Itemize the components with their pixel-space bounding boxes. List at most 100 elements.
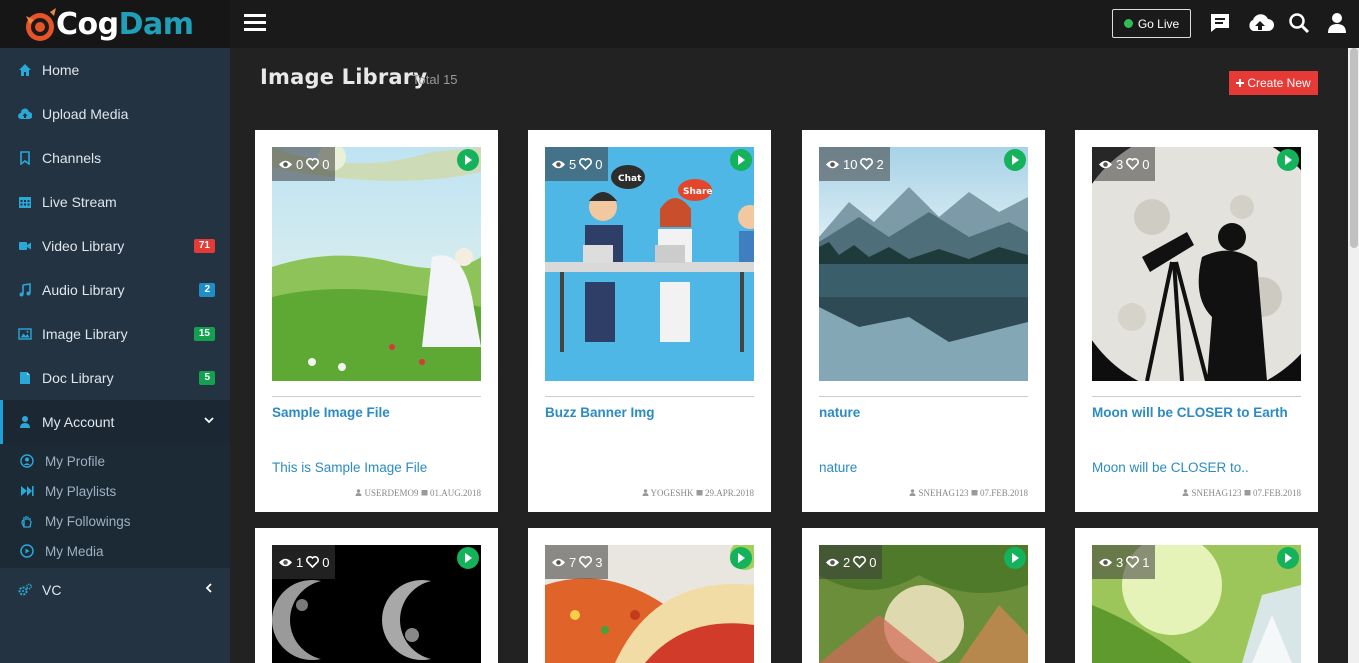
page-title: Image Library: [260, 65, 428, 89]
view-count: 3: [1116, 554, 1124, 570]
calendar-icon: [19, 197, 31, 208]
play-icon[interactable]: [730, 149, 752, 171]
heart-icon: [1126, 158, 1140, 170]
sidebar-item-live-stream[interactable]: Live Stream: [0, 180, 230, 224]
page-subtitle: Total 15: [412, 72, 458, 87]
heart-icon: [853, 556, 867, 568]
play-icon[interactable]: [1277, 149, 1299, 171]
card-author: SNEHAG123: [918, 488, 969, 498]
image-card[interactable]: 0 0 Sample Image File This is Sample Ima…: [255, 130, 498, 512]
count-badge: 71: [193, 239, 215, 253]
play-icon[interactable]: [457, 547, 479, 569]
play-icon[interactable]: [1277, 547, 1299, 569]
like-count: 2: [876, 156, 884, 172]
view-count: 3: [1116, 156, 1124, 172]
card-stats: 3 0: [1092, 147, 1156, 181]
sidebar-subitem-my-playlists[interactable]: My Playlists: [0, 476, 230, 506]
count-badge: 5: [199, 371, 215, 385]
heart-icon: [860, 158, 874, 170]
card-thumbnail[interactable]: [1092, 147, 1301, 381]
count-badge: 15: [193, 327, 215, 341]
eye-icon: [826, 160, 839, 168]
image-icon: [18, 328, 32, 340]
image-card[interactable]: 7 3: [528, 528, 771, 663]
like-count: 3: [595, 554, 603, 570]
card-thumbnail[interactable]: [819, 147, 1028, 381]
eye-icon: [552, 558, 565, 566]
scrollbar-thumb[interactable]: [1350, 48, 1358, 248]
play-circle-icon: [20, 544, 34, 558]
sidebar-item-my-account[interactable]: My Account: [0, 400, 230, 444]
sidebar-item-video-library[interactable]: Video Library 71: [0, 224, 230, 268]
play-icon[interactable]: [1004, 149, 1026, 171]
sidebar-item-doc-library[interactable]: Doc Library 5: [0, 356, 230, 400]
card-stats: 2 0: [819, 545, 883, 579]
user-circle-icon: [20, 454, 34, 468]
bookmark-icon: [20, 151, 30, 165]
sidebar-item-label: Image Library: [42, 326, 128, 342]
play-icon[interactable]: [1004, 547, 1026, 569]
card-thumbnail[interactable]: Chat Share: [545, 147, 754, 381]
card-thumbnail[interactable]: [272, 147, 481, 381]
chat-icon[interactable]: [1208, 11, 1232, 35]
sidebar-item-channels[interactable]: Channels: [0, 136, 230, 180]
card-divider: [272, 396, 481, 397]
card-meta: YOGESHK 29.APR.2018: [642, 488, 754, 498]
play-icon[interactable]: [730, 547, 752, 569]
sidebar-item-upload-media[interactable]: Upload Media: [0, 92, 230, 136]
menu-toggle-icon[interactable]: [244, 14, 266, 32]
user-profile-icon[interactable]: [1325, 11, 1349, 35]
card-stats: 10 2: [819, 147, 890, 181]
card-title[interactable]: Moon will be CLOSER to Earth: [1092, 405, 1288, 420]
image-card[interactable]: 2 0: [802, 528, 1045, 663]
main-content: Image Library Total 15 Create New 0 0 Sa…: [230, 48, 1348, 663]
go-live-button[interactable]: Go Live: [1112, 9, 1191, 38]
page-scrollbar[interactable]: [1348, 48, 1359, 663]
cogdam-logo-icon: [26, 8, 56, 41]
image-card[interactable]: Chat Share 5 0 Buzz Banner Img YOGESHK 2…: [528, 130, 771, 512]
card-description: Moon will be CLOSER to..: [1092, 460, 1249, 475]
svg-text:Chat: Chat: [618, 174, 642, 184]
like-count: 0: [1142, 156, 1150, 172]
sidebar-subitem-my-profile[interactable]: My Profile: [0, 446, 230, 476]
sidebar-item-audio-library[interactable]: Audio Library 2: [0, 268, 230, 312]
view-count: 1: [296, 554, 304, 570]
search-icon[interactable]: [1287, 11, 1311, 35]
sidebar-item-vc[interactable]: VC: [0, 568, 230, 612]
image-card[interactable]: 3 0 Moon will be CLOSER to Earth Moon wi…: [1075, 130, 1318, 512]
sidebar-subitem-my-media[interactable]: My Media: [0, 536, 230, 566]
cloud-upload-icon[interactable]: [1246, 11, 1274, 35]
card-title[interactable]: Buzz Banner Img: [545, 405, 655, 420]
card-stats: 5 0: [545, 147, 609, 181]
heart-icon: [306, 158, 320, 170]
home-icon: [19, 64, 31, 76]
calendar-icon: [421, 490, 428, 496]
card-meta: USERDEMO9 01.AUG.2018: [355, 488, 481, 498]
play-icon[interactable]: [457, 149, 479, 171]
image-card[interactable]: 3 1: [1075, 528, 1318, 663]
heart-icon: [1126, 556, 1140, 568]
user-icon: [20, 416, 30, 428]
card-date: 29.APR.2018: [704, 488, 754, 498]
sidebar-subitem-label: My Playlists: [45, 483, 117, 499]
card-date: 07.FEB.2018: [1252, 488, 1301, 498]
image-card[interactable]: 10 2 nature nature SNEHAG123 07.FEB.2018: [802, 130, 1045, 512]
view-count: 7: [569, 554, 577, 570]
chevron-down-icon: [204, 417, 214, 424]
card-meta: SNEHAG123 07.FEB.2018: [1182, 488, 1301, 498]
sidebar-item-label: Home: [42, 62, 80, 78]
sidebar-item-home[interactable]: Home: [0, 48, 230, 92]
create-new-button[interactable]: Create New: [1229, 71, 1318, 95]
image-card[interactable]: 1 0: [255, 528, 498, 663]
user-icon: [355, 489, 362, 496]
sidebar-item-image-library[interactable]: Image Library 15: [0, 312, 230, 356]
card-author: USERDEMO9: [364, 488, 419, 498]
app: CogDam Go Live Home Upload Media Channel…: [0, 0, 1359, 663]
card-title[interactable]: nature: [819, 405, 860, 420]
brand-logo[interactable]: CogDam: [0, 0, 230, 48]
sidebar-item-label: Video Library: [42, 238, 125, 254]
card-title[interactable]: Sample Image File: [272, 405, 390, 420]
sidebar-subitem-my-followings[interactable]: My Followings: [0, 506, 230, 536]
go-live-label: Go Live: [1137, 16, 1180, 31]
fast-forward-icon: [21, 486, 34, 496]
